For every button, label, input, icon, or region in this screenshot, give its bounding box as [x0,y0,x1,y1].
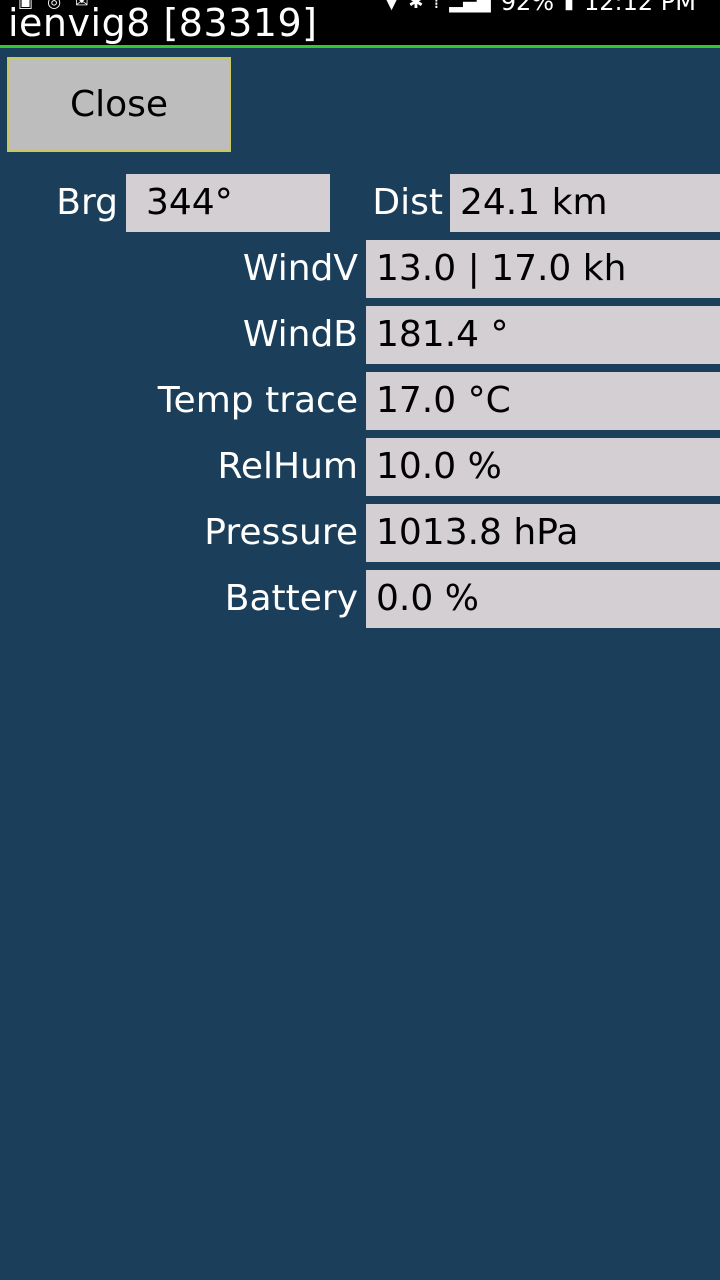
signal-icon: ▂▄▆ [449,0,491,13]
windb-value: 181.4 ° [366,306,720,364]
bluetooth-icon: ✱ [408,0,424,13]
temp-trace-label: Temp trace [157,380,358,421]
windv-value: 13.0 | 17.0 kh [366,240,720,298]
pressure-label: Pressure [204,512,358,553]
title-bar: ▣ ◎ ✉ ▼ ✱ ⁞ ▂▄▆ 92% ▮ 12:12 PM ienvig8 [… [0,0,720,48]
pressure-value: 1013.8 hPa [366,504,720,562]
battery-percent: 92% [500,0,555,16]
temp-trace-value: 17.0 °C [366,372,720,430]
bearing-value: 344° [126,174,330,232]
distance-value: 24.1 km [450,174,720,232]
battery-icon: ▮ [564,0,575,13]
vibrate-icon: ⁞ [433,0,440,13]
battery-value: 0.0 % [366,570,720,628]
app-title: ienvig8 [83319] [8,1,318,45]
windb-label: WindB [242,314,358,355]
distance-label: Dist [372,182,443,223]
location-icon: ▼ [384,0,399,13]
bearing-label: Brg [56,182,118,223]
status-icons-right: ▼ ✱ ⁞ ▂▄▆ 92% ▮ 12:12 PM [385,0,696,16]
windv-label: WindV [242,248,358,289]
close-button[interactable]: Close [7,57,231,152]
relhum-label: RelHum [217,446,358,487]
battery-label: Battery [224,578,358,619]
relhum-value: 10.0 % [366,438,720,496]
clock: 12:12 PM [584,0,696,16]
